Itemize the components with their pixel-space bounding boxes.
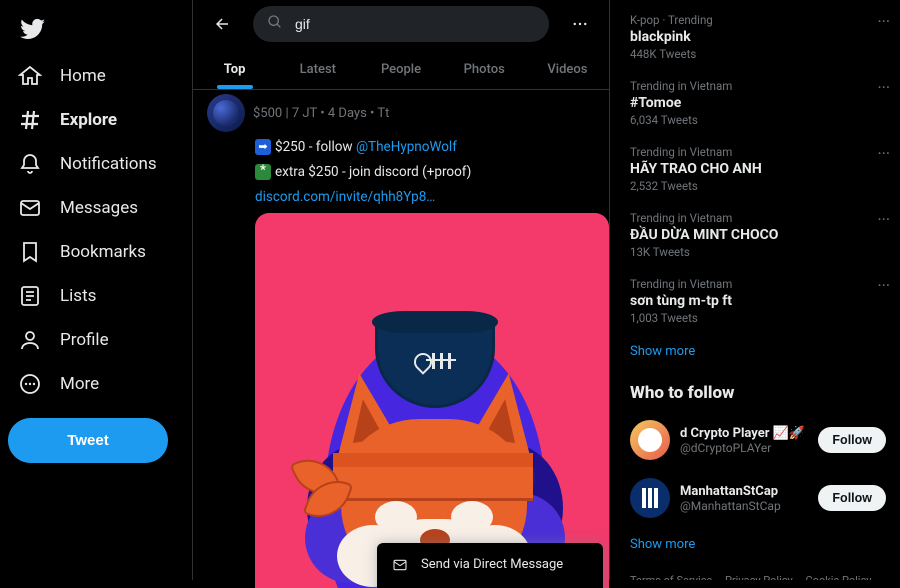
trend-item[interactable]: K-pop · Trending blackpink 448K Tweets ·… bbox=[626, 4, 890, 70]
trend-title: ĐẦU DỪA MINT CHOCO bbox=[630, 227, 886, 243]
avatar bbox=[630, 420, 670, 460]
trend-meta: Trending in Vietnam bbox=[630, 277, 886, 291]
trend-count: 1,003 Tweets bbox=[630, 311, 886, 325]
tab-photos[interactable]: Photos bbox=[443, 48, 526, 89]
trend-title: #Tomoe bbox=[630, 95, 886, 111]
trend-title: HÃY TRAO CHO ANH bbox=[630, 161, 886, 177]
main-column: Top Latest People Photos Videos $500 | 7… bbox=[192, 0, 610, 580]
follow-button[interactable]: Follow bbox=[818, 427, 886, 453]
top-bar bbox=[193, 0, 609, 48]
trend-item[interactable]: Trending in Vietnam sơn tùng m-tp ft 1,0… bbox=[626, 268, 890, 334]
trend-count: 448K Tweets bbox=[630, 47, 886, 61]
tab-latest[interactable]: Latest bbox=[276, 48, 359, 89]
bell-icon bbox=[18, 152, 42, 176]
trend-meta: Trending in Vietnam bbox=[630, 211, 886, 225]
timeline: $500 | 7 JT • 4 Days • Tt $250 - follow … bbox=[193, 90, 609, 588]
sparkle-emoji-icon bbox=[255, 164, 271, 180]
nav-label: Bookmarks bbox=[60, 242, 146, 262]
trend-item[interactable]: Trending in Vietnam ĐẦU DỪA MINT CHOCO 1… bbox=[626, 202, 890, 268]
bookmark-icon bbox=[18, 240, 42, 264]
nav-lists[interactable]: Lists bbox=[8, 274, 184, 318]
trend-count: 2,532 Tweets bbox=[630, 179, 886, 193]
nav-profile[interactable]: Profile bbox=[8, 318, 184, 362]
nav-label: Notifications bbox=[60, 154, 157, 174]
nav-label: Home bbox=[60, 66, 106, 86]
hashtag-icon bbox=[18, 108, 42, 132]
follow-button[interactable]: Follow bbox=[818, 485, 886, 511]
trend-more-icon[interactable]: ··· bbox=[877, 276, 890, 295]
nav-label: Lists bbox=[60, 286, 96, 306]
search-input[interactable] bbox=[295, 16, 535, 32]
trend-more-icon[interactable]: ··· bbox=[877, 12, 890, 31]
tweet-line-1: $250 - follow @TheHypnoWolf bbox=[255, 138, 595, 157]
nav-explore[interactable]: Explore bbox=[8, 98, 184, 142]
left-sidebar: Home Explore Notifications Messages Book… bbox=[0, 0, 192, 580]
trend-title: blackpink bbox=[630, 29, 886, 45]
search-icon bbox=[267, 14, 283, 34]
nav-label: Messages bbox=[60, 198, 138, 218]
tweet-line-2: extra $250 - join discord (+proof) bbox=[255, 163, 595, 182]
nav-messages[interactable]: Messages bbox=[8, 186, 184, 230]
tweet-link[interactable]: discord.com/invite/qhh8Yp8… bbox=[255, 188, 595, 207]
footer-privacy[interactable]: Privacy Policy bbox=[725, 574, 793, 580]
trend-meta: Trending in Vietnam bbox=[630, 79, 886, 93]
envelope-icon bbox=[18, 196, 42, 220]
right-sidebar: K-pop · Trending blackpink 448K Tweets ·… bbox=[610, 0, 900, 580]
account-handle: @ManhattanStCap bbox=[680, 499, 781, 513]
tweet: $500 | 7 JT • 4 Days • Tt $250 - follow … bbox=[193, 90, 609, 588]
ctx-label: Send via Direct Message bbox=[421, 557, 563, 572]
search-tabs: Top Latest People Photos Videos bbox=[193, 48, 609, 90]
share-context-menu: Send via Direct Message Bookmark Copy li… bbox=[377, 543, 603, 588]
trend-more-icon[interactable]: ··· bbox=[877, 78, 890, 97]
search-box[interactable] bbox=[253, 6, 549, 42]
footer-tos[interactable]: Terms of Service bbox=[630, 574, 712, 580]
nav-more[interactable]: More bbox=[8, 362, 184, 406]
nav-label: Explore bbox=[60, 110, 117, 130]
back-button[interactable] bbox=[205, 7, 239, 41]
account-name: d Crypto Player 📈🚀 bbox=[680, 426, 805, 441]
tab-top[interactable]: Top bbox=[193, 48, 276, 89]
trend-title: sơn tùng m-tp ft bbox=[630, 293, 886, 309]
trend-item[interactable]: Trending in Vietnam HÃY TRAO CHO ANH 2,5… bbox=[626, 136, 890, 202]
tweet-media[interactable]: GIF bbox=[255, 213, 609, 588]
nav-notifications[interactable]: Notifications bbox=[8, 142, 184, 186]
trend-more-icon[interactable]: ··· bbox=[877, 210, 890, 229]
nav-label: More bbox=[60, 374, 99, 394]
ctx-send-dm[interactable]: Send via Direct Message bbox=[377, 543, 603, 587]
person-icon bbox=[18, 328, 42, 352]
tweet-button[interactable]: Tweet bbox=[8, 418, 168, 463]
tab-people[interactable]: People bbox=[359, 48, 442, 89]
account-name: ManhattanStCap bbox=[680, 484, 781, 499]
follow-suggestion[interactable]: d Crypto Player 📈🚀 @dCryptoPLAYer Follow bbox=[626, 411, 890, 469]
nav-bookmarks[interactable]: Bookmarks bbox=[8, 230, 184, 274]
overflow-button[interactable] bbox=[563, 7, 597, 41]
nav-home[interactable]: Home bbox=[8, 54, 184, 98]
home-icon bbox=[18, 64, 42, 88]
footer-cookie[interactable]: Cookie Policy bbox=[805, 574, 871, 580]
who-to-follow-heading: Who to follow bbox=[626, 369, 890, 411]
follow-show-more[interactable]: Show more bbox=[626, 527, 890, 562]
avatar bbox=[630, 478, 670, 518]
nav-label: Profile bbox=[60, 330, 109, 350]
list-icon bbox=[18, 284, 42, 308]
arrow-emoji-icon bbox=[255, 139, 271, 155]
mention-link[interactable]: @TheHypnoWolf bbox=[356, 139, 457, 155]
trend-more-icon[interactable]: ··· bbox=[877, 144, 890, 163]
tweet-truncated-line: $500 | 7 JT • 4 Days • Tt bbox=[253, 106, 389, 121]
trend-meta: Trending in Vietnam bbox=[630, 145, 886, 159]
trend-item[interactable]: Trending in Vietnam #Tomoe 6,034 Tweets … bbox=[626, 70, 890, 136]
account-handle: @dCryptoPLAYer bbox=[680, 441, 805, 455]
tab-videos[interactable]: Videos bbox=[526, 48, 609, 89]
footer-links: Terms of Service Privacy Policy Cookie P… bbox=[626, 562, 890, 580]
trend-count: 13K Tweets bbox=[630, 245, 886, 259]
follow-suggestion[interactable]: ManhattanStCap @ManhattanStCap Follow bbox=[626, 469, 890, 527]
envelope-icon bbox=[391, 556, 409, 574]
tweet-avatar[interactable] bbox=[207, 94, 245, 132]
trends-show-more[interactable]: Show more bbox=[626, 334, 890, 369]
trend-count: 6,034 Tweets bbox=[630, 113, 886, 127]
twitter-logo-icon[interactable] bbox=[8, 4, 58, 54]
trend-meta: K-pop · Trending bbox=[630, 13, 886, 27]
more-circle-icon bbox=[18, 372, 42, 396]
